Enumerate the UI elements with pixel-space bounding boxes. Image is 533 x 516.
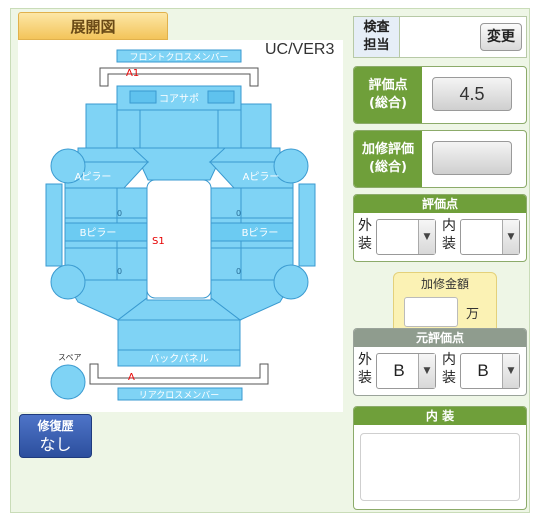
core-support-label: コアサポ (159, 93, 199, 105)
score-exterior-select[interactable]: ▼ (376, 219, 436, 255)
overall-score-button[interactable]: 4.5 (432, 77, 512, 111)
original-interior-select[interactable]: B ▼ (460, 353, 520, 389)
interior-notes-header: 内 装 (354, 407, 526, 425)
svg-text:0: 0 (117, 209, 122, 218)
interior-notes-group: 内 装 (353, 406, 527, 510)
repair-score-label: 加修評価 (総合) (354, 131, 422, 187)
repair-history-button[interactable]: 修復歴 なし (19, 414, 92, 458)
score-group: 評価点 外装 ▼ 内装 ▼ (353, 194, 527, 262)
wheel-rear-left (50, 264, 86, 300)
a-pillar-left-label: Aピラー (75, 171, 112, 183)
score-exterior: 外装 ▼ (358, 217, 438, 257)
svg-text:0: 0 (117, 267, 122, 276)
repair-fee-input[interactable] (404, 297, 458, 327)
a-pillar-right-label: Aピラー (243, 171, 280, 183)
vehicle-diagram: フロントクロスメンバー コアサポ Aピラー Aピラー Bピラー Bピラー バック… (18, 40, 343, 412)
original-score-interior: 内装 B ▼ (442, 351, 522, 391)
diagram-title-tab: 展開図 (18, 12, 168, 40)
score-interior: 内装 ▼ (442, 217, 522, 257)
wheel-rear-right (273, 264, 309, 300)
svg-text:0: 0 (236, 267, 241, 276)
repair-fee-label: 加修金額 (420, 277, 469, 291)
spare-label: スペア (58, 353, 81, 362)
repair-history-value: なし (39, 435, 72, 454)
repair-score-button[interactable] (432, 141, 512, 175)
svg-text:0: 0 (236, 209, 241, 218)
mark-a: A (128, 372, 135, 383)
change-inspector-button[interactable]: 変更 (480, 23, 522, 51)
mark-a1: A1 (126, 68, 139, 79)
spare-tire (50, 364, 86, 400)
version-label: UC/VER3 (265, 41, 335, 58)
chevron-down-icon: ▼ (418, 220, 435, 254)
rear-cross-member-label: リアクロスメンバー (139, 390, 220, 401)
score-header: 評価点 (354, 195, 526, 213)
back-panel-label: バックパネル (149, 353, 209, 365)
score-interior-select[interactable]: ▼ (460, 219, 520, 255)
inspector-label: 検査 担当 (354, 17, 400, 57)
overall-score-label: 評価点 (総合) (354, 67, 422, 123)
original-score-group: 元評価点 外装 B ▼ 内装 B ▼ (353, 328, 527, 396)
interior-notes-textarea[interactable] (360, 433, 520, 501)
front-bumper-outline (99, 67, 259, 87)
repair-history-label: 修復歴 (37, 419, 74, 433)
b-pillar-left-label: Bピラー (80, 227, 117, 239)
overall-score-box: 評価点 (総合) 4.5 (353, 66, 527, 124)
rear-bumper-outline (89, 363, 269, 385)
mark-s1: S1 (152, 236, 165, 247)
b-pillar-right-label: Bピラー (242, 227, 279, 239)
original-score-header: 元評価点 (354, 329, 526, 347)
repair-fee-box: 加修金額 万 (393, 272, 497, 334)
front-cross-member-label: フロントクロスメンバー (129, 52, 228, 63)
chevron-down-icon: ▼ (418, 354, 435, 388)
repair-fee-unit: 万 (466, 307, 480, 322)
repair-score-box: 加修評価 (総合) (353, 130, 527, 188)
chevron-down-icon: ▼ (502, 354, 519, 388)
original-score-exterior: 外装 B ▼ (358, 351, 438, 391)
inspector-box: 検査 担当 変更 (353, 16, 527, 58)
chevron-down-icon: ▼ (502, 220, 519, 254)
original-exterior-select[interactable]: B ▼ (376, 353, 436, 389)
